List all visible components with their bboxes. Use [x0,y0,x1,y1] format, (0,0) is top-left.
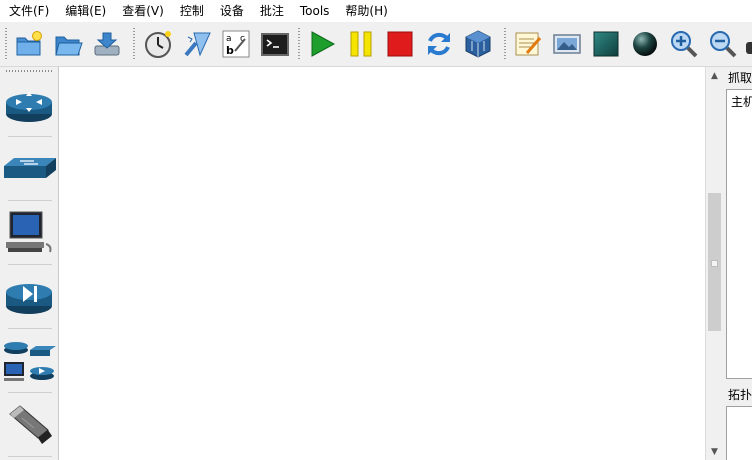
zoom-out-icon [710,31,737,58]
save-button[interactable] [91,28,123,60]
timer-button[interactable] [142,28,174,60]
network-group-icon [4,342,56,381]
sidebar-grip [6,70,54,72]
cube-icon [593,31,619,57]
workspace-vertical-scrollbar[interactable]: ▲ ▼ [705,67,723,460]
notepad-button[interactable] [512,28,544,60]
topology-list[interactable] [726,406,752,460]
toolbar-grip [5,28,7,60]
zoom-in-icon [671,31,698,58]
sidebar-divider [8,136,52,137]
device-router[interactable] [2,77,56,133]
device-end-device[interactable] [2,205,56,261]
terminal-button[interactable] [259,28,291,60]
menu-view[interactable]: 查看(V) [114,0,172,22]
sidebar-divider [8,392,52,393]
menu-tools[interactable]: Tools [292,0,338,22]
image-button[interactable] [551,28,583,60]
zoom-in-button[interactable] [668,28,700,60]
pause-button[interactable] [345,28,377,60]
abc-text-icon: a c b [222,30,250,58]
menu-edit[interactable]: 编辑(E) [57,0,114,22]
sidebar-divider [8,200,52,201]
device-connection[interactable] [2,397,56,453]
scroll-thumb-grip [711,260,718,267]
toolbar-separator [504,28,506,60]
sidebar-divider [8,328,52,329]
toolbar: a c b [0,22,752,67]
stop-button[interactable] [384,28,416,60]
image-icon [553,34,581,54]
svg-text:a: a [226,34,232,44]
logical-workspace-canvas[interactable] [59,67,705,460]
device-sidebar [0,67,59,460]
toolbar-separator [133,28,135,60]
virtualbox-icon [465,30,491,58]
router-icon [6,92,52,122]
open-button[interactable] [52,28,84,60]
new-file-button[interactable] [13,28,45,60]
usb-device-icon [9,405,52,444]
capture-list-item[interactable]: 主机 [731,93,752,110]
scroll-down-arrow-icon[interactable]: ▼ [706,443,723,460]
menu-file[interactable]: 文件(F) [0,0,57,22]
sidebar-divider [8,264,52,265]
menu-help[interactable]: 帮助(H) [337,0,395,22]
play-icon [311,31,336,57]
sidebar-divider [8,456,52,457]
menu-control[interactable]: 控制 [172,0,212,22]
virtualbox-button[interactable] [462,28,494,60]
terminal-icon [261,33,289,56]
toolbar-overflow-item[interactable] [746,42,752,54]
timer-icon [145,31,171,58]
sphere-icon [633,32,657,56]
save-icon [94,32,120,56]
right-panel: 抓取 主机 拓扑 [723,67,752,460]
media-player-icon [6,284,52,314]
refresh-button[interactable] [423,28,455,60]
menu-devices[interactable]: 设备 [212,0,252,22]
zoom-out-button[interactable] [707,28,739,60]
switch-icon [4,158,56,178]
notepad-icon [515,32,542,56]
cube-button[interactable] [590,28,622,60]
pause-icon [350,31,372,57]
stop-icon [387,31,413,57]
menu-annotate[interactable]: 批注 [252,0,292,22]
play-button[interactable] [306,28,338,60]
sphere-button[interactable] [629,28,661,60]
abc-button[interactable]: a c b [220,28,252,60]
wizard-icon [184,32,211,57]
capture-panel-title: 抓取 [728,71,752,85]
svg-text:b: b [226,44,234,57]
menu-bar: 文件(F) 编辑(E) 查看(V) 控制 设备 批注 Tools 帮助(H) [0,0,752,22]
new-file-icon [16,31,42,56]
toolbar-separator [298,28,300,60]
refresh-icon [428,32,450,56]
capture-list[interactable]: 主机 [726,89,752,379]
device-multi[interactable] [2,333,56,389]
wizard-button[interactable] [181,28,213,60]
scroll-up-arrow-icon[interactable]: ▲ [706,67,723,84]
device-media[interactable] [2,269,56,325]
topology-panel-title: 拓扑 [728,388,752,402]
open-folder-icon [55,36,83,56]
computer-icon [6,211,52,253]
device-switch[interactable] [2,141,56,197]
